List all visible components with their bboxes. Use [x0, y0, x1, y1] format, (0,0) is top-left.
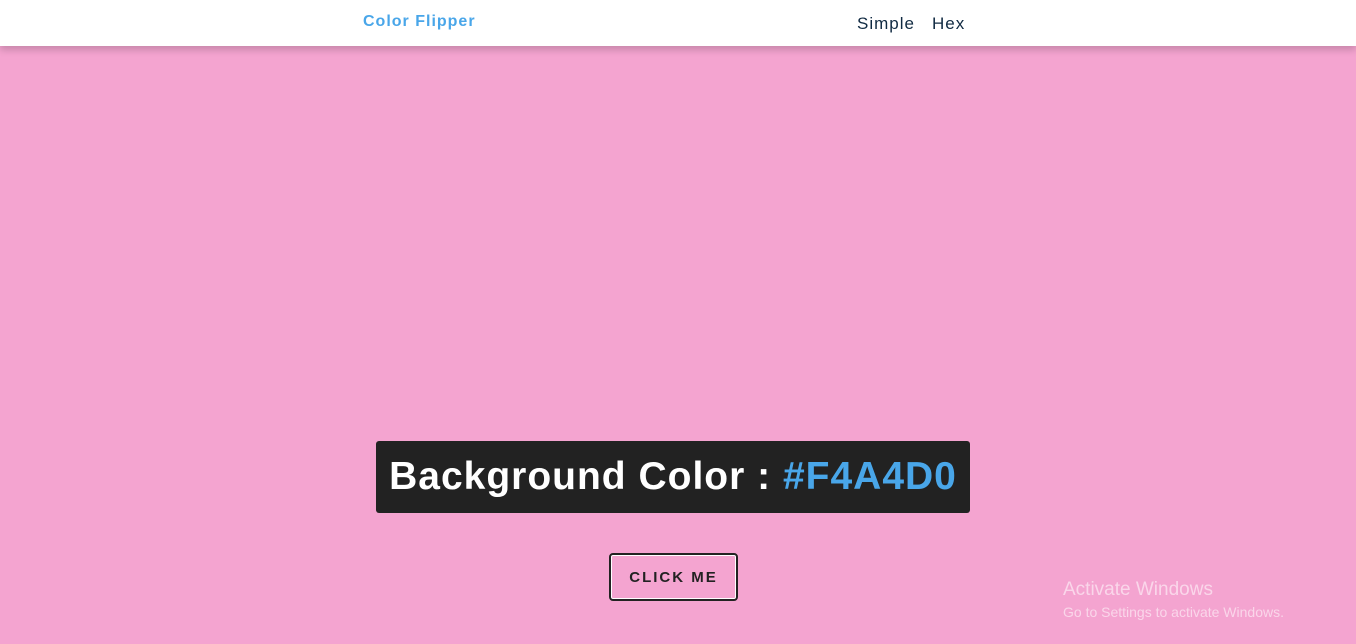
color-value: #F4A4D0	[782, 455, 957, 498]
activate-windows-watermark: Activate Windows Go to Settings to activ…	[1063, 579, 1284, 620]
color-label: Background Color :	[389, 455, 783, 498]
color-heading: Background Color : #F4A4D0	[389, 455, 957, 499]
nav-link-hex[interactable]: Hex	[932, 14, 965, 34]
nav-links: Simple Hex	[857, 14, 965, 34]
navbar: Color Flipper Simple Hex	[0, 0, 1356, 46]
brand-link[interactable]: Color Flipper	[363, 13, 476, 31]
activate-windows-subtitle: Go to Settings to activate Windows.	[1063, 604, 1284, 620]
activate-windows-title: Activate Windows	[1063, 579, 1213, 600]
color-display-panel: Background Color : #F4A4D0	[376, 441, 970, 513]
click-me-button[interactable]: CLICK ME	[609, 553, 738, 601]
nav-link-simple[interactable]: Simple	[857, 14, 915, 34]
